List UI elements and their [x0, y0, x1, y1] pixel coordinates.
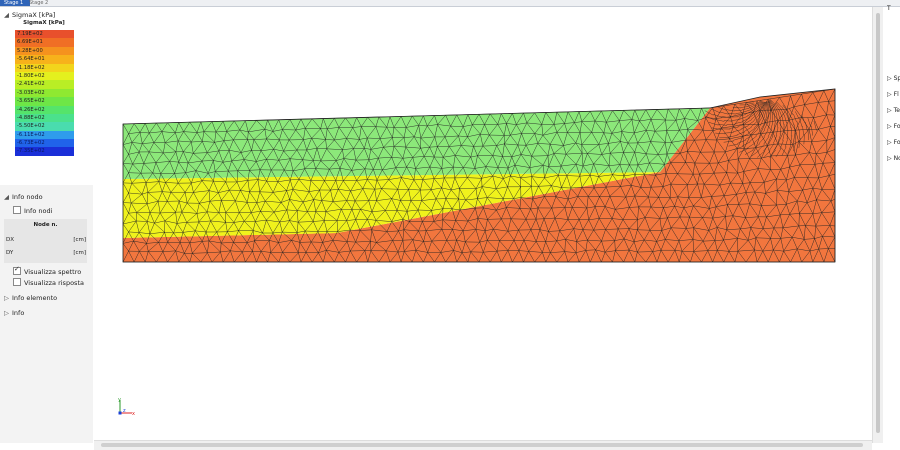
- right-panel-item[interactable]: ▷ Te: [887, 107, 900, 114]
- checkbox-checked-icon[interactable]: [13, 265, 21, 275]
- collapse-arrow-icon: ▷: [887, 75, 892, 82]
- legend-entry: -1.80E+02: [15, 71, 74, 81]
- right-panel-item[interactable]: ▷ Sp: [887, 75, 900, 82]
- legend-entry: -7.35E+02: [15, 147, 74, 156]
- right-panel-item-label: Sp: [893, 75, 900, 82]
- checkbox-icon[interactable]: [13, 206, 21, 214]
- dx-row: DX [cm]: [6, 237, 86, 243]
- checkbox-icon[interactable]: [13, 278, 21, 286]
- legend-entry: -2.41E+02: [15, 80, 74, 89]
- right-panel-item[interactable]: ▷ Fo: [887, 123, 900, 130]
- vertical-scrollbar[interactable]: [872, 7, 883, 443]
- info-elemento-section[interactable]: ▷ Info elemento: [4, 294, 57, 302]
- right-panel-item-label: Fo: [893, 139, 900, 146]
- legend-entry: -6.11E+02: [15, 130, 74, 140]
- dy-row: DY [cm]: [6, 250, 86, 256]
- legend-entry: -4.26E+02: [15, 105, 74, 114]
- legend-entry: -5.50E+02: [15, 122, 74, 131]
- node-info-block: Node n. DX [cm] DY [cm]: [4, 219, 87, 263]
- right-panel-item[interactable]: ▷ No: [887, 155, 900, 162]
- right-panel-header: T: [887, 5, 891, 12]
- model-canvas[interactable]: [94, 7, 871, 442]
- expand-arrow-icon: ◢: [4, 11, 9, 19]
- right-panel-item[interactable]: ▷ Fo: [887, 139, 900, 146]
- legend-entry: -1.18E+02: [15, 63, 74, 72]
- legend-entry: -3.03E+02: [15, 88, 74, 98]
- collapse-arrow-icon: ▷: [887, 139, 892, 146]
- axis-z-label: z: [123, 408, 126, 414]
- info-section[interactable]: ▷ Info: [4, 309, 24, 317]
- collapse-arrow-icon: ▷: [887, 123, 892, 130]
- fem-mesh: [122, 88, 836, 263]
- info-nodi-checkbox[interactable]: Info nodi: [13, 206, 52, 215]
- right-panel-item-label: No: [893, 155, 900, 162]
- results-section-header[interactable]: ◢ SigmaX [kPa]: [4, 11, 55, 19]
- right-panel-item-label: Te: [893, 107, 900, 114]
- right-panel-item-label: Fo: [893, 123, 900, 130]
- axis-x-label: x: [132, 411, 135, 417]
- info-nodo-section[interactable]: ◢ Info nodo: [4, 193, 43, 201]
- right-panel-item[interactable]: ▷ Fl: [887, 91, 900, 98]
- legend-entry: 7.19E+02: [15, 30, 74, 39]
- legend-entry: -4.88E+02: [15, 113, 74, 123]
- collapse-arrow-icon: ▷: [887, 155, 892, 162]
- legend-entry: -5.64E+01: [15, 55, 74, 64]
- axis-triad-icon: y z x: [118, 397, 135, 417]
- legend-entry: -3.65E+02: [15, 97, 74, 106]
- vertical-scroll-thumb[interactable]: [876, 13, 880, 433]
- visualizza-spettro-checkbox[interactable]: Visualizza spettro: [13, 265, 81, 276]
- color-legend: 7.19E+02 6.69E+01 5.28E+00 -5.64E+01 -1.18E+…: [15, 30, 74, 156]
- collapse-arrow-icon: ▷: [4, 309, 9, 317]
- right-panel-item-label: Fl: [893, 91, 899, 98]
- collapse-arrow-icon: ▷: [887, 91, 892, 98]
- stage-tab-bar: Stage 1 Stage 2: [0, 0, 900, 7]
- axis-y-label: y: [118, 397, 121, 403]
- collapse-arrow-icon: ▷: [887, 107, 892, 114]
- horizontal-scrollbar[interactable]: [94, 440, 872, 450]
- legend-title: SigmaX [kPa]: [23, 20, 65, 26]
- visualizza-risposta-checkbox[interactable]: Visualizza risposta: [13, 278, 84, 287]
- expand-arrow-icon: ◢: [4, 193, 9, 201]
- legend-entry: 5.28E+00: [15, 46, 74, 56]
- legend-entry: 6.69E+01: [15, 38, 74, 47]
- legend-entry: -6.73E+02: [15, 139, 74, 148]
- collapse-arrow-icon: ▷: [4, 294, 9, 302]
- node-title: Node n.: [33, 222, 58, 228]
- horizontal-scroll-thumb[interactable]: [101, 443, 863, 447]
- right-panel: T ▷ Sp ▷ Fl ▷ Te ▷ Fo ▷ Fo ▷ No: [883, 5, 900, 450]
- tab-stage-2[interactable]: Stage 2: [25, 0, 57, 6]
